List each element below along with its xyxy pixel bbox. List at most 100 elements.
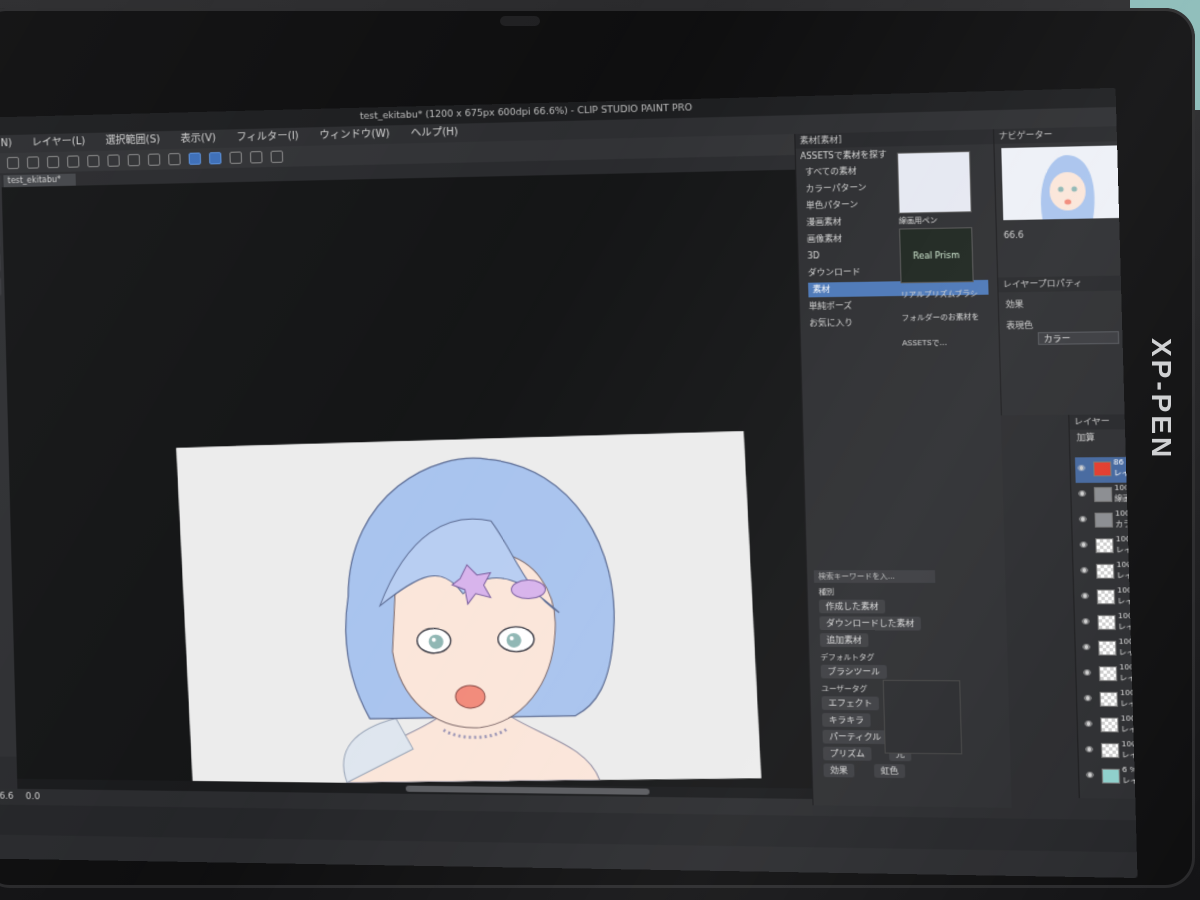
layer-name: 線画 [1114,494,1131,504]
layer-folder-row[interactable]: ◉ 100 %通常 カラー [1076,508,1138,534]
eye-icon[interactable]: ◉ [1079,514,1091,524]
layer-folder-row[interactable]: ◉ 100 %通常 線画 [1076,482,1137,508]
material-thumbnail[interactable] [896,150,972,214]
eye-icon[interactable]: ◉ [1082,616,1094,626]
blend-mode-value[interactable]: 加算 [1077,433,1095,443]
layer-name: レイヤー 8 [1120,699,1138,709]
menu-selection[interactable]: 選択範囲(S) [105,131,160,151]
layer-row[interactable]: ◉ 100 %通常レイヤー 8 [1081,687,1138,713]
layer-mode: 100 %通常 [1116,586,1138,595]
layer-row[interactable]: ◉ 100 %通常レイヤー 15 [1081,662,1137,688]
material-thumb-label: リアルプリズムブラシ [900,289,978,300]
camera-notch [500,16,540,26]
snap-grid-icon[interactable] [229,151,243,164]
effect-label: 効果 [1005,299,1024,310]
clear-icon[interactable] [147,153,161,166]
eye-icon[interactable]: ◉ [1084,718,1096,728]
eye-icon[interactable]: ◉ [1083,667,1095,677]
fill-icon[interactable] [127,153,141,167]
rotation-value[interactable]: 0.0 [25,789,41,805]
layer-mode: 100 %通常 [1115,534,1138,544]
layer-row[interactable]: ◉ 100 %通常レイヤー 10 [1080,636,1137,662]
layer-name: レイヤー 13 [1117,622,1138,632]
tag-button[interactable]: エフェクト [821,696,880,711]
tag-button[interactable]: キラキラ [822,713,871,728]
layer-row[interactable]: ◉ 100 %通常レイヤー 7 [1082,713,1137,740]
blend-mode-select[interactable]: 加算 86 [1077,431,1138,443]
tag-button[interactable]: パーティクル [822,729,889,745]
transform-icon[interactable] [168,152,181,166]
navigator-preview[interactable] [1001,145,1121,221]
menu-view[interactable]: 表示(V) [180,130,216,149]
layer-thumbnail [1098,640,1117,656]
zoom-value[interactable]: 66.6 [0,789,14,805]
tag-button[interactable]: 追加素材 [819,633,869,648]
menu-window[interactable]: ウィンドウ(W) [319,125,390,145]
layer-thumbnail [1095,563,1115,579]
expression-color-select[interactable]: カラー [1037,331,1120,345]
brand-logo: XP-PEN [1146,338,1177,461]
menu-filter[interactable]: フィルター(I) [236,128,299,148]
tag-button[interactable]: プリズム [822,746,872,761]
layer-panel-tab[interactable]: レイヤー [1069,413,1138,430]
layer-row[interactable]: ◉ 86 %加算レイヤー 12 [1074,456,1138,483]
mobile-icon[interactable] [249,151,263,164]
sub-tool-item[interactable]: み量 [0,277,2,296]
layer-name: レイヤー 7 [1120,725,1138,734]
tag-button[interactable]: ブラシツール [820,664,887,679]
layer-row[interactable]: ◉6 %通常レイヤー 1 [1083,764,1138,791]
layer-name: レイヤー 1 [1122,776,1138,786]
layer-row[interactable]: ◉ 100 %通常レイヤー 9 [1078,560,1138,586]
taskbar [0,804,1137,853]
layer-mode: 100 %通常 [1121,739,1137,749]
material-thumbnail[interactable]: Real Prism [898,227,974,284]
tag-button[interactable]: 効果 [823,763,855,778]
layer-thumbnail [1097,615,1116,631]
loading-icon[interactable] [107,154,120,167]
layer-row[interactable]: ◉ 100 %通常レイヤー 11 [1077,534,1137,560]
snap-ruler-icon[interactable] [188,152,202,165]
navigator-tab[interactable]: ナビゲーター [994,125,1129,145]
tag-button[interactable]: 作成した素材 [818,599,886,614]
layer-name: レイヤー 12 [1113,468,1138,478]
material-thumb-label: フォルダーのお素材を [901,312,980,323]
companion-icon[interactable] [270,150,284,164]
open-file-icon[interactable] [26,156,40,169]
save-icon[interactable] [46,155,60,169]
navigator-zoom[interactable]: 66.6 [1004,230,1024,240]
eye-icon[interactable]: ◉ [1082,642,1094,652]
artwork-canvas[interactable] [176,431,762,785]
material-search-input[interactable]: 検索キーワードを入... [813,570,936,583]
eye-icon[interactable]: ◉ [1086,769,1098,780]
eye-icon[interactable]: ◉ [1080,565,1092,575]
sub-tool-item[interactable]: 濃淡 [0,253,1,272]
eye-icon[interactable]: ◉ [1081,590,1093,601]
folder-icon [1094,512,1114,528]
layer-property-tab[interactable]: レイヤープロパティ [998,275,1133,293]
snap-special-ruler-icon[interactable] [208,151,222,165]
undo-icon[interactable] [67,155,80,168]
menu-layer[interactable]: レイヤー(L) [32,133,86,152]
eye-icon[interactable]: ◉ [1084,693,1096,703]
eye-icon[interactable]: ◉ [1078,488,1090,498]
new-file-icon[interactable] [6,156,20,170]
canvas-workspace[interactable] [1,169,813,789]
eye-icon[interactable]: ◉ [1079,539,1092,549]
layer-name: レイヤー 14 [1117,596,1138,606]
app-window: test_ekitabu* (1200 x 675px 600dpi 66.6%… [0,87,1138,878]
layer-row[interactable]: ◉ 100 %通常レイヤー 13 [1079,611,1138,637]
tag-button[interactable]: ダウンロードした素材 [819,616,922,631]
menu-animation[interactable]: ョン(N) [0,135,12,154]
layer-row[interactable]: ◉ 100 %通常レイヤー 14 [1078,585,1138,611]
eye-icon[interactable]: ◉ [1085,744,1097,754]
tag-button[interactable]: 虹色 [873,763,906,779]
menu-help[interactable]: ヘルプ(H) [410,124,459,144]
eye-icon[interactable]: ◉ [1077,463,1089,473]
artwork-illustration [176,431,762,785]
redo-icon[interactable] [87,154,100,168]
layer-property-panel: レイヤープロパティ 効果 表現色 カラー [997,275,1136,416]
layer-mode: 100 %通常 [1114,509,1138,518]
layer-row[interactable]: ◉ 100 %通常レイヤー 3 [1083,739,1137,766]
layer-mode: 100 %通常 [1119,663,1137,672]
layer-mode: 100 %通常 [1116,560,1138,570]
